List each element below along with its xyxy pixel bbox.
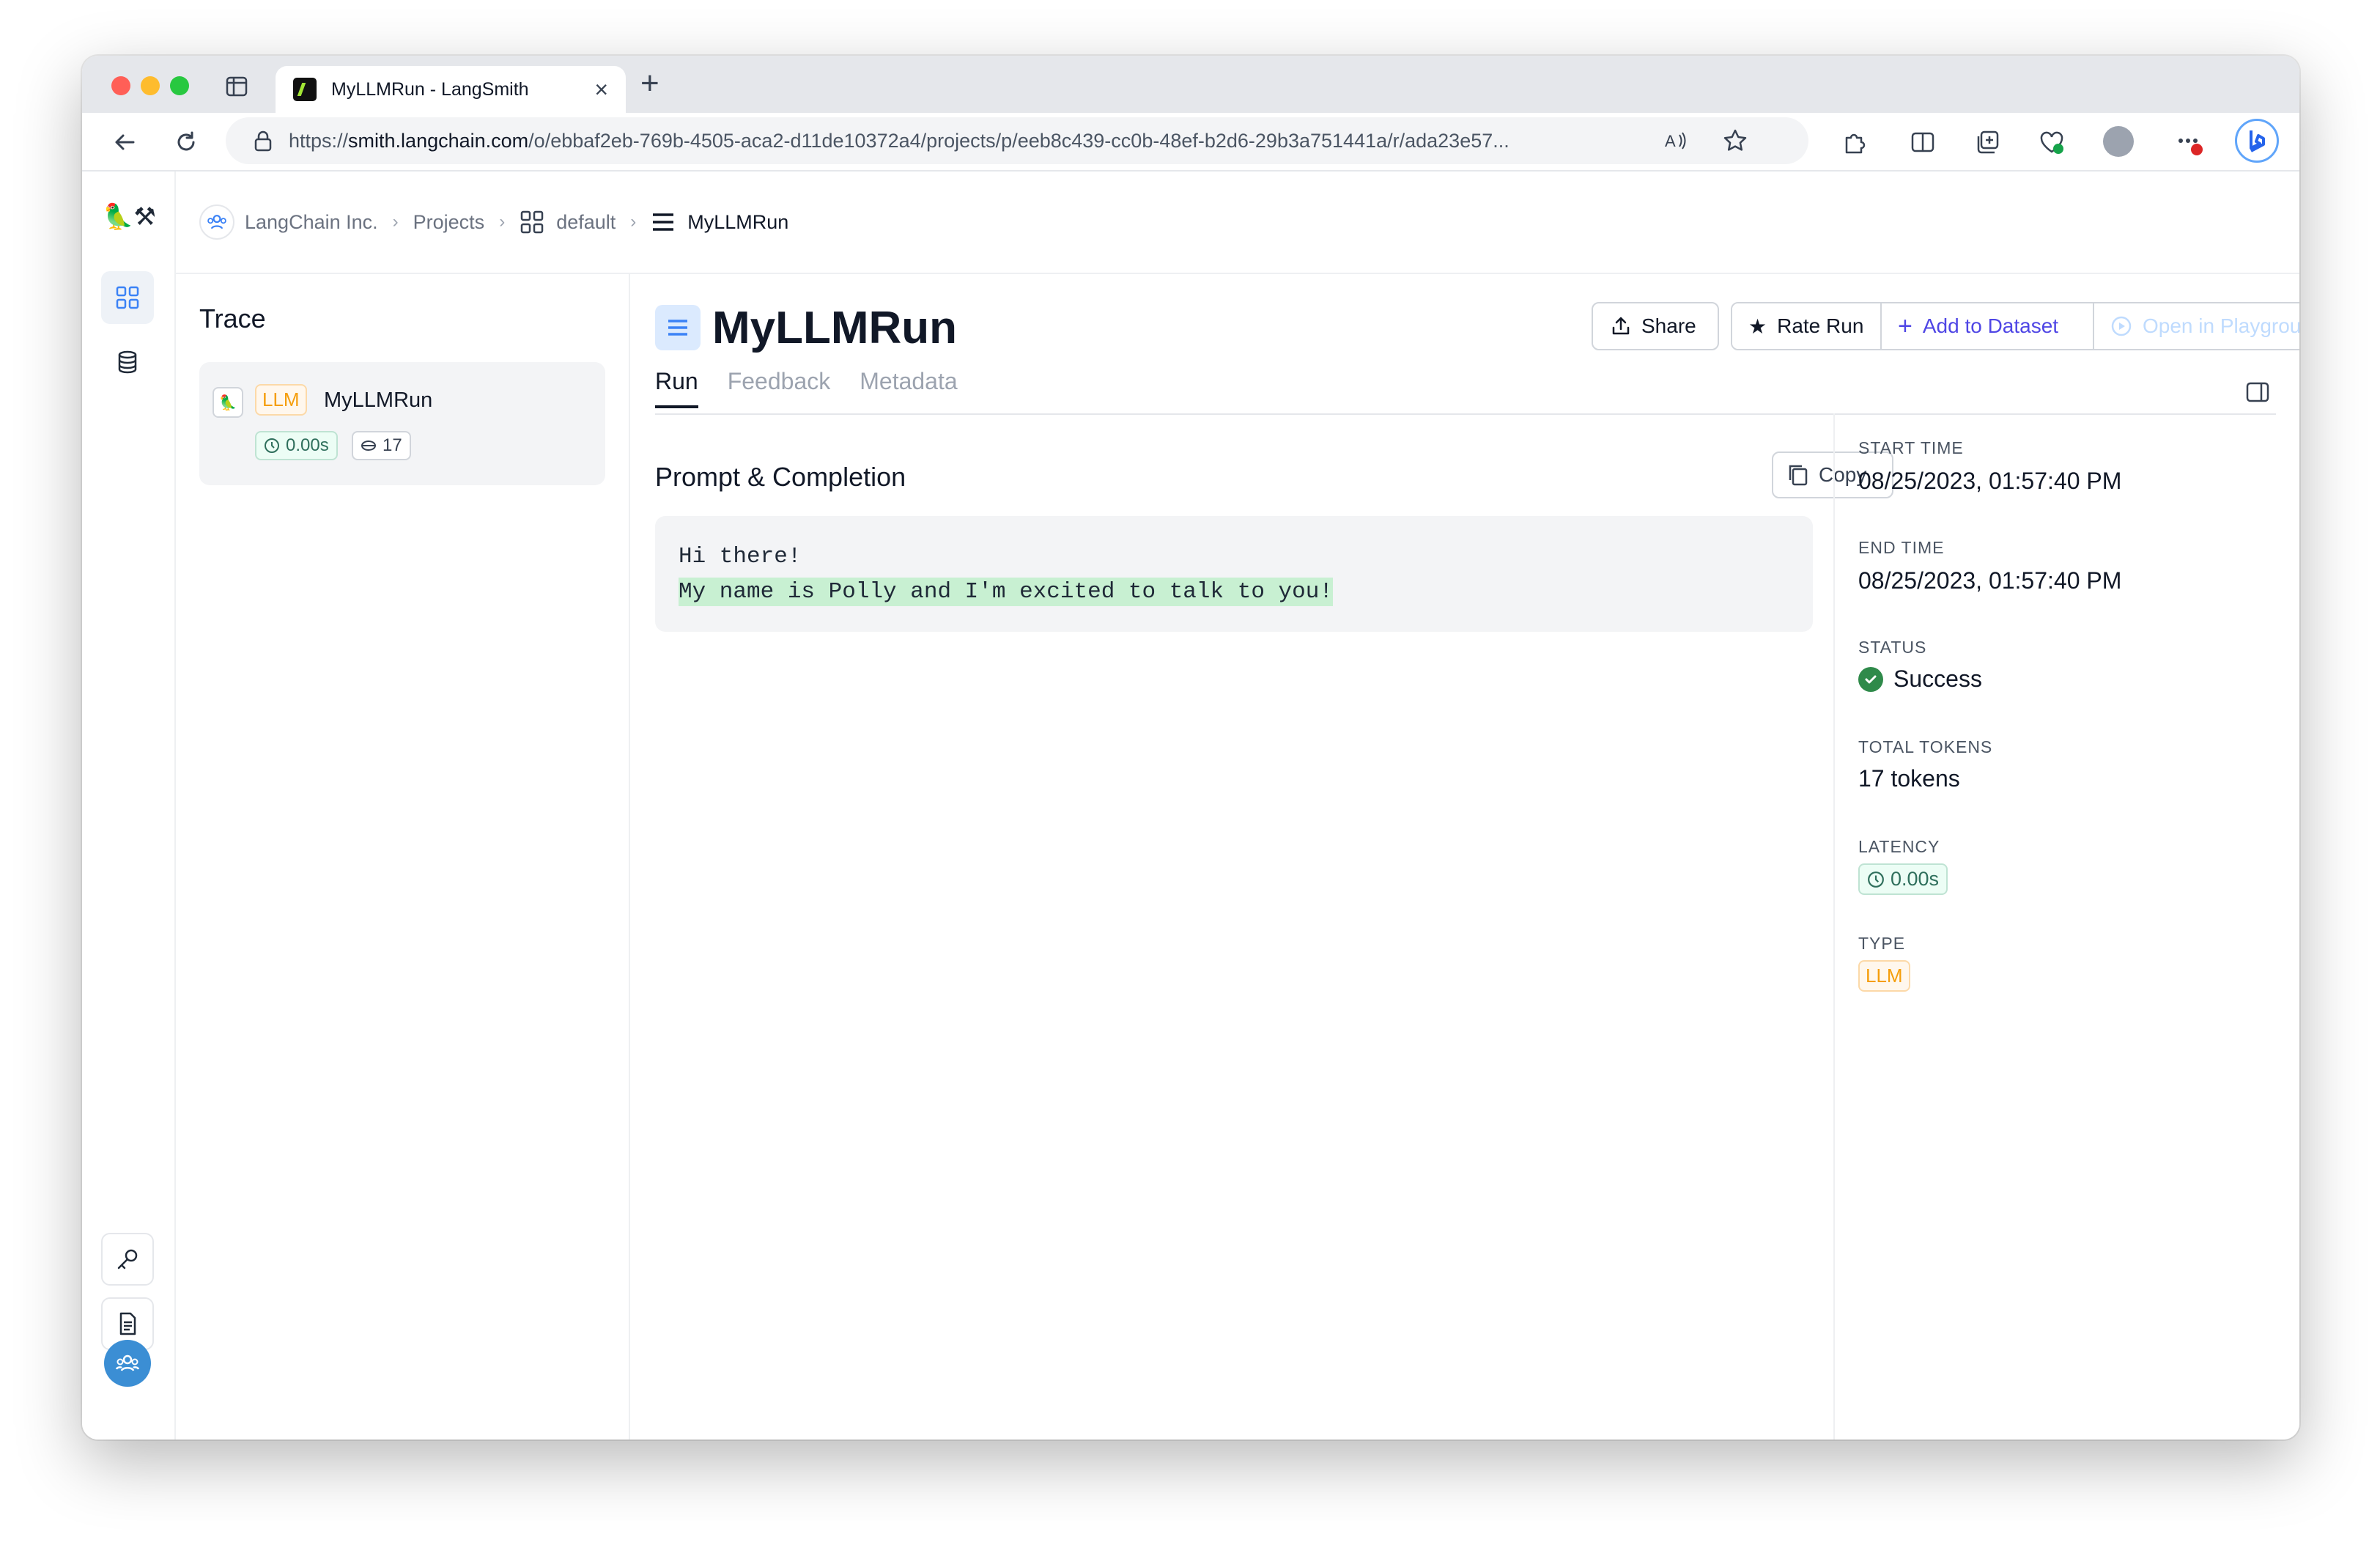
document-icon: [119, 1312, 136, 1335]
status-label: STATUS: [1858, 638, 1927, 657]
extensions-icon[interactable]: [1841, 129, 1867, 155]
total-tokens-value: 17 tokens: [1858, 765, 1960, 792]
tab-metadata[interactable]: Metadata: [860, 368, 957, 408]
status-value: Success: [1858, 666, 1982, 693]
play-circle-icon: [2111, 316, 2132, 336]
prompt-completion-box: Hi there! My name is Polly and I'm excit…: [655, 516, 1813, 632]
breadcrumb-project[interactable]: default: [556, 211, 616, 234]
prompt-text: Hi there!: [679, 544, 802, 570]
trace-pane: Trace 🦜 LLM MyLLMRun 0.00s 17: [176, 274, 630, 1440]
share-icon: [1612, 317, 1630, 335]
end-time-label: END TIME: [1858, 538, 1945, 557]
close-tab-icon[interactable]: ×: [594, 78, 608, 101]
back-icon[interactable]: [111, 129, 138, 155]
share-button[interactable]: Share: [1592, 302, 1719, 350]
end-time-value: 08/25/2023, 01:57:40 PM: [1858, 567, 2122, 594]
run-list-icon: [653, 213, 674, 231]
tab-actions-icon[interactable]: [226, 76, 248, 97]
run-type-icon: [655, 305, 701, 350]
browser-tab[interactable]: MyLLMRun - LangSmith ×: [276, 66, 626, 113]
tab-title: MyLLMRun - LangSmith: [331, 78, 529, 100]
team-icon: [115, 1354, 140, 1371]
parrot-icon: 🦜: [212, 387, 243, 418]
tab-run[interactable]: Run: [655, 368, 698, 408]
trace-item[interactable]: 🦜 LLM MyLLMRun 0.00s 17: [199, 362, 605, 485]
favorite-star-icon[interactable]: [1722, 128, 1748, 154]
browser-essentials-icon[interactable]: [2039, 129, 2065, 155]
check-circle-icon: [1858, 666, 1883, 692]
chevron-right-icon: ›: [392, 212, 399, 232]
breadcrumb: LangChain Inc. › Projects › default › My…: [176, 172, 2299, 274]
org-icon: [199, 204, 234, 240]
type-label: TYPE: [1858, 934, 1906, 953]
total-tokens-label: TOTAL TOKENS: [1858, 737, 1993, 756]
chevron-right-icon: ›: [630, 212, 637, 232]
copilot-button[interactable]: [2235, 119, 2279, 163]
split-screen-icon[interactable]: [1910, 129, 1936, 155]
url-field[interactable]: https://smith.langchain.com/o/ebbaf2eb-7…: [226, 117, 1808, 164]
svg-text:A: A: [1665, 132, 1676, 150]
langsmith-logo-icon[interactable]: 🦜⚒: [103, 202, 156, 232]
projects-nav-button[interactable]: [101, 271, 154, 324]
latency-pill: 0.00s: [255, 431, 338, 460]
left-rail: 🦜⚒: [82, 172, 176, 1440]
copy-icon: [1789, 465, 1808, 486]
latency-value: 0.00s: [1858, 863, 1948, 895]
rate-run-button[interactable]: ★ Rate Run: [1732, 303, 1882, 349]
close-window-button[interactable]: [111, 76, 130, 95]
tab-strip: MyLLMRun - LangSmith × +: [82, 56, 2299, 113]
langsmith-app: 🦜⚒ LangChain Inc. › Projects › default ›…: [82, 172, 2299, 1440]
reload-icon[interactable]: [173, 129, 199, 155]
database-icon: [118, 350, 137, 374]
url-text: https://smith.langchain.com/o/ebbaf2eb-7…: [289, 129, 1509, 152]
browser-window: MyLLMRun - LangSmith × + https://smith.l…: [82, 56, 2299, 1440]
address-bar: https://smith.langchain.com/o/ebbaf2eb-7…: [82, 113, 2299, 172]
start-time-value: 08/25/2023, 01:57:40 PM: [1858, 468, 2122, 494]
chevron-right-icon: ›: [499, 212, 506, 232]
minimize-window-button[interactable]: [141, 76, 160, 95]
section-title: Prompt & Completion: [655, 462, 906, 492]
tokens-pill: 17: [352, 431, 411, 460]
clock-icon: [265, 438, 279, 453]
start-time-label: START TIME: [1858, 438, 1964, 457]
completion-text: My name is Polly and I'm excited to talk…: [679, 578, 1333, 606]
project-grid-icon: [520, 210, 544, 234]
key-icon: [117, 1249, 138, 1269]
run-tabs: Run Feedback Metadata: [655, 368, 958, 408]
trace-item-name: MyLLMRun: [324, 388, 433, 412]
new-tab-button[interactable]: +: [640, 67, 659, 100]
api-keys-button[interactable]: [101, 1233, 154, 1286]
breadcrumb-projects[interactable]: Projects: [413, 211, 485, 234]
langsmith-favicon-icon: [293, 78, 317, 101]
maximize-window-button[interactable]: [170, 76, 189, 95]
type-value: LLM: [1858, 960, 1910, 992]
toggle-sidebar-icon[interactable]: [2245, 381, 2270, 403]
trace-title: Trace: [199, 303, 266, 333]
read-aloud-icon[interactable]: A: [1662, 128, 1688, 154]
bing-icon: [2250, 130, 2265, 152]
latency-label: LATENCY: [1858, 837, 1940, 856]
open-in-playground-button[interactable]: Open in Playground: [2094, 303, 2299, 349]
add-to-dataset-button[interactable]: + Add to Dataset: [1882, 303, 2094, 349]
profile-avatar[interactable]: [2103, 126, 2134, 157]
grid-icon: [116, 286, 139, 309]
org-avatar[interactable]: [104, 1340, 151, 1387]
run-title: MyLLMRun: [712, 303, 958, 353]
star-icon: ★: [1748, 314, 1767, 338]
breadcrumb-current: MyLLMRun: [687, 210, 789, 233]
type-badge: LLM: [1858, 960, 1910, 992]
run-detail-pane: MyLLMRun Share ★ Rate Run + Add to Datas…: [632, 274, 2299, 1440]
lock-icon[interactable]: [254, 130, 273, 152]
run-actions-group: ★ Rate Run + Add to Dataset Open in Play…: [1731, 302, 2299, 350]
plus-icon: +: [1898, 312, 1912, 340]
run-details-sidebar: START TIME 08/25/2023, 01:57:40 PM END T…: [1833, 413, 2299, 1440]
token-coin-icon: [361, 441, 376, 451]
collections-icon[interactable]: [1974, 129, 2000, 155]
datasets-nav-button[interactable]: [101, 336, 154, 388]
clock-icon: [1868, 871, 1884, 888]
run-type-badge: LLM: [255, 384, 307, 416]
breadcrumb-org[interactable]: LangChain Inc.: [245, 211, 378, 234]
tab-feedback[interactable]: Feedback: [728, 368, 831, 408]
more-menu-icon[interactable]: [2176, 129, 2203, 155]
